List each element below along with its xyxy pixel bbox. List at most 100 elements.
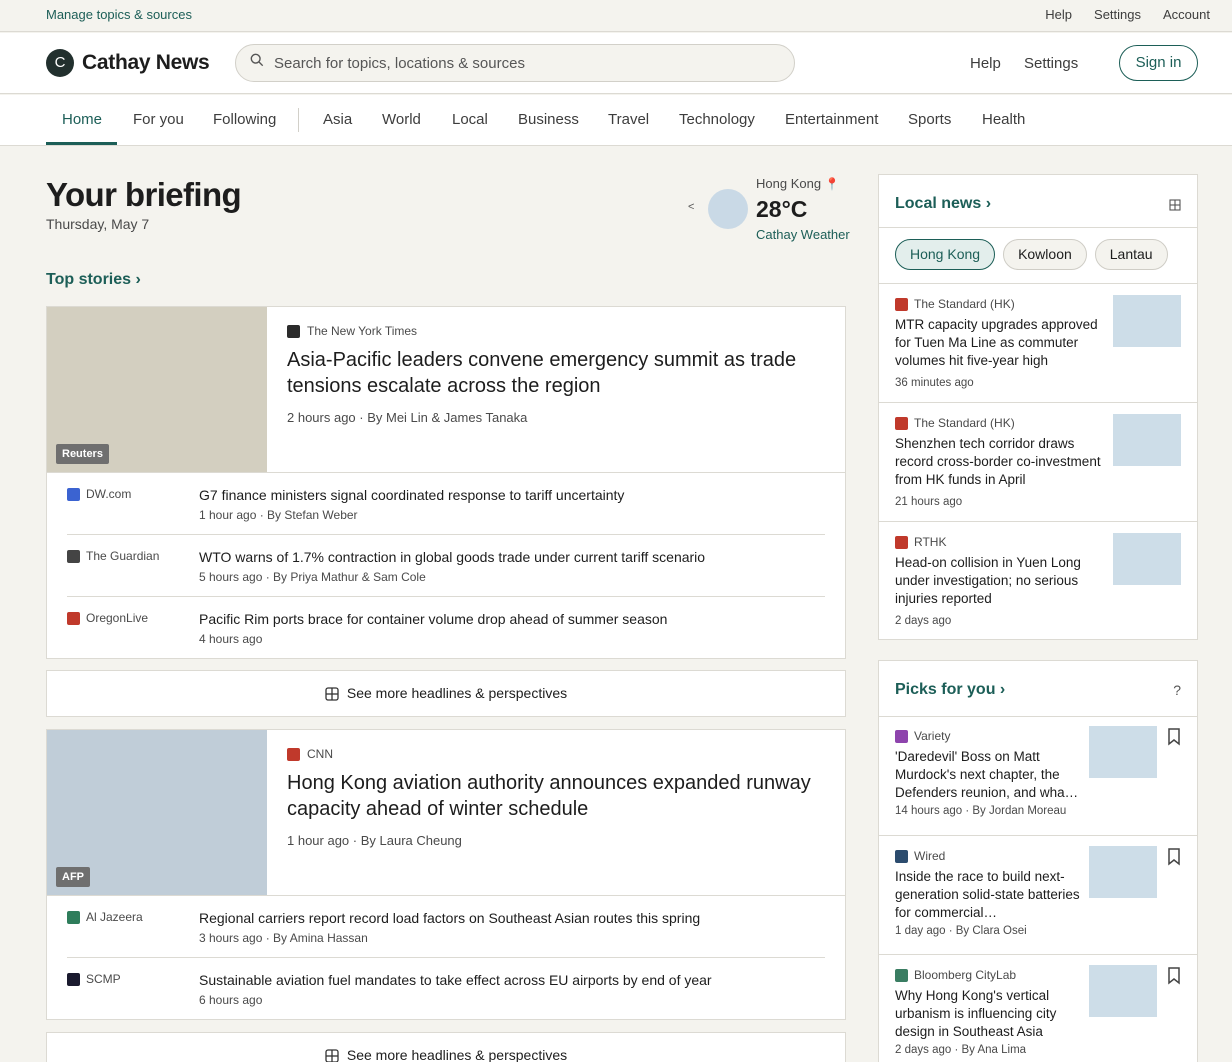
story-headline[interactable]: Hong Kong aviation authority announces e… <box>287 770 827 822</box>
related-story[interactable]: SCMP Sustainable aviation fuel mandates … <box>67 958 825 1020</box>
grid-icon[interactable] <box>1169 199 1181 211</box>
item-headline[interactable]: 'Daredevil' Boss on Matt Murdock's next … <box>895 748 1081 802</box>
header-help-link[interactable]: Help <box>970 55 1001 72</box>
chip-kowloon[interactable]: Kowloon <box>1003 239 1087 270</box>
sign-in-button[interactable]: Sign in <box>1119 45 1198 81</box>
related-headline[interactable]: G7 finance ministers signal coordinated … <box>199 487 624 503</box>
item-headline[interactable]: Shenzhen tech corridor draws record cros… <box>895 435 1101 489</box>
source-favicon-icon <box>895 729 908 743</box>
weather-location-label: Hong Kong <box>756 176 822 191</box>
tab-technology[interactable]: Technology <box>679 111 755 128</box>
pick-item[interactable]: Variety 'Daredevil' Boss on Matt Murdock… <box>879 716 1197 835</box>
item-thumbnail[interactable] <box>1113 295 1181 347</box>
header-settings-link[interactable]: Settings <box>1024 55 1078 72</box>
item-headline[interactable]: Why Hong Kong's vertical urbanism is inf… <box>895 987 1081 1041</box>
location-chips: Hong Kong Kowloon Lantau <box>895 239 1168 270</box>
tab-home[interactable]: Home <box>62 111 102 128</box>
source-favicon-icon <box>67 972 80 986</box>
pick-item[interactable]: Wired Inside the race to build next-gene… <box>879 835 1197 954</box>
tab-local[interactable]: Local <box>452 111 488 128</box>
tab-health[interactable]: Health <box>982 111 1025 128</box>
local-news-panel: Local news › Hong Kong Kowloon Lantau Th… <box>878 174 1198 640</box>
top-stories-link[interactable]: Top stories › <box>46 271 141 289</box>
search-bar[interactable] <box>235 44 795 82</box>
chip-hong-kong[interactable]: Hong Kong <box>895 239 996 270</box>
related-source: SCMP <box>67 972 121 986</box>
tab-asia[interactable]: Asia <box>323 111 352 128</box>
item-thumbnail[interactable] <box>1089 846 1157 898</box>
item-source: The Standard (HK) <box>895 416 1015 430</box>
story-image[interactable]: Reuters <box>47 307 267 472</box>
weather-prev-arrow[interactable]: < <box>688 201 694 213</box>
weather-icon[interactable] <box>708 189 748 229</box>
picks-title-link[interactable]: Picks for you › <box>895 681 1005 699</box>
related-story[interactable]: DW.com G7 finance ministers signal coord… <box>67 473 825 535</box>
item-thumbnail[interactable] <box>1089 965 1157 1017</box>
bookmark-icon[interactable] <box>1167 848 1181 866</box>
item-thumbnail[interactable] <box>1113 533 1181 585</box>
item-source-name: Bloomberg CityLab <box>914 968 1017 982</box>
story-meta: 1 hour ago · By Laura Cheung <box>287 833 462 848</box>
source-favicon-icon <box>895 968 908 982</box>
source-favicon-icon <box>287 747 300 761</box>
item-headline[interactable]: Head-on collision in Yuen Long under inv… <box>895 554 1101 608</box>
related-story[interactable]: The Guardian WTO warns of 1.7% contracti… <box>67 535 825 597</box>
weather-location[interactable]: Hong Kong 📍 <box>756 176 840 191</box>
logo-icon[interactable]: C <box>46 49 74 77</box>
related-meta: 1 hour ago · By Stefan Weber <box>199 508 358 522</box>
logo-text[interactable]: Cathay News <box>82 51 210 75</box>
tab-separator <box>298 108 299 132</box>
chip-lantau[interactable]: Lantau <box>1094 239 1168 270</box>
tab-entertainment[interactable]: Entertainment <box>785 111 878 128</box>
divider <box>879 227 1197 228</box>
utility-settings-link[interactable]: Settings <box>1094 7 1141 22</box>
item-headline[interactable]: Inside the race to build next-generation… <box>895 868 1081 922</box>
manage-topics-link[interactable]: Manage topics & sources <box>46 7 192 22</box>
item-headline[interactable]: MTR capacity upgrades approved for Tuen … <box>895 316 1101 370</box>
source-favicon-icon <box>67 549 80 563</box>
tab-sports[interactable]: Sports <box>908 111 951 128</box>
related-source: DW.com <box>67 487 131 501</box>
tab-following[interactable]: Following <box>213 111 276 128</box>
related-headline[interactable]: Regional carriers report record load fac… <box>199 910 700 926</box>
local-news-item[interactable]: The Standard (HK) Shenzhen tech corridor… <box>879 402 1197 521</box>
tab-travel[interactable]: Travel <box>608 111 649 128</box>
related-headline[interactable]: WTO warns of 1.7% contraction in global … <box>199 549 705 565</box>
source-favicon-icon <box>67 487 80 501</box>
tab-business[interactable]: Business <box>518 111 579 128</box>
source-favicon-icon <box>895 849 908 863</box>
related-headline[interactable]: Pacific Rim ports brace for container vo… <box>199 611 667 627</box>
item-thumbnail[interactable] <box>1089 726 1157 778</box>
image-credit-badge: AFP <box>56 867 90 887</box>
source-favicon-icon <box>895 297 908 311</box>
source-favicon-icon <box>895 416 908 430</box>
search-input[interactable] <box>274 45 774 81</box>
local-news-item[interactable]: RTHK Head-on collision in Yuen Long unde… <box>879 521 1197 639</box>
story-image[interactable]: AFP <box>47 730 267 895</box>
bookmark-icon[interactable] <box>1167 728 1181 746</box>
related-source: The Guardian <box>67 549 159 563</box>
item-thumbnail[interactable] <box>1113 414 1181 466</box>
see-more-button[interactable]: See more headlines & perspectives <box>46 670 846 717</box>
item-source-name: Variety <box>914 729 951 743</box>
search-icon[interactable] <box>250 53 264 67</box>
story-card: Reuters The New York Times Asia-Pacific … <box>46 306 846 659</box>
related-story[interactable]: Al Jazeera Regional carriers report reco… <box>67 896 825 958</box>
weather-source-link[interactable]: Cathay Weather <box>756 227 850 242</box>
pick-item[interactable]: Bloomberg CityLab Why Hong Kong's vertic… <box>879 954 1197 1062</box>
utility-help-link[interactable]: Help <box>1045 7 1072 22</box>
related-headline[interactable]: Sustainable aviation fuel mandates to ta… <box>199 972 712 988</box>
tab-world[interactable]: World <box>382 111 421 128</box>
related-meta: 3 hours ago · By Amina Hassan <box>199 931 368 945</box>
bookmark-icon[interactable] <box>1167 967 1181 985</box>
help-icon[interactable]: ? <box>1173 682 1181 698</box>
local-news-title-link[interactable]: Local news › <box>895 195 991 213</box>
utility-account-link[interactable]: Account <box>1163 7 1210 22</box>
tab-for-you[interactable]: For you <box>133 111 184 128</box>
item-meta: 14 hours ago · By Jordan Moreau <box>895 805 1067 817</box>
see-more-label: See more headlines & perspectives <box>346 685 568 701</box>
local-news-item[interactable]: The Standard (HK) MTR capacity upgrades … <box>879 283 1197 402</box>
story-headline[interactable]: Asia-Pacific leaders convene emergency s… <box>287 347 827 399</box>
see-more-button[interactable]: See more headlines & perspectives <box>46 1032 846 1062</box>
related-story[interactable]: OregonLive Pacific Rim ports brace for c… <box>67 597 825 659</box>
